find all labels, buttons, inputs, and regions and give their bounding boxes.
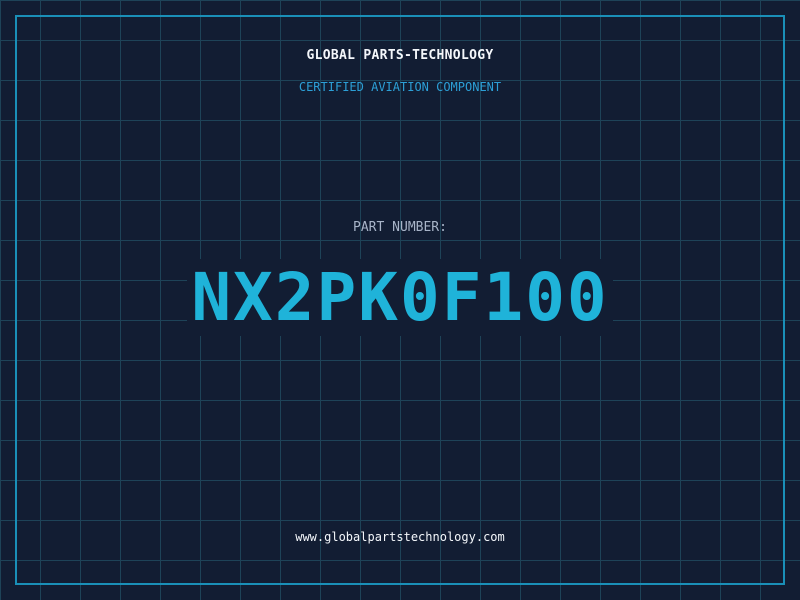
company-name: GLOBAL PARTS-TECHNOLOGY <box>306 48 494 63</box>
part-number-text: NX2PK0F100 <box>187 259 613 336</box>
certification-tagline: CERTIFIED AVIATION COMPONENT <box>298 80 502 94</box>
part-number-label: PART NUMBER: <box>353 220 447 235</box>
part-number-value: NX2PK0F100 <box>0 258 800 338</box>
website-url: www.globalpartstechnology.com <box>295 530 505 544</box>
